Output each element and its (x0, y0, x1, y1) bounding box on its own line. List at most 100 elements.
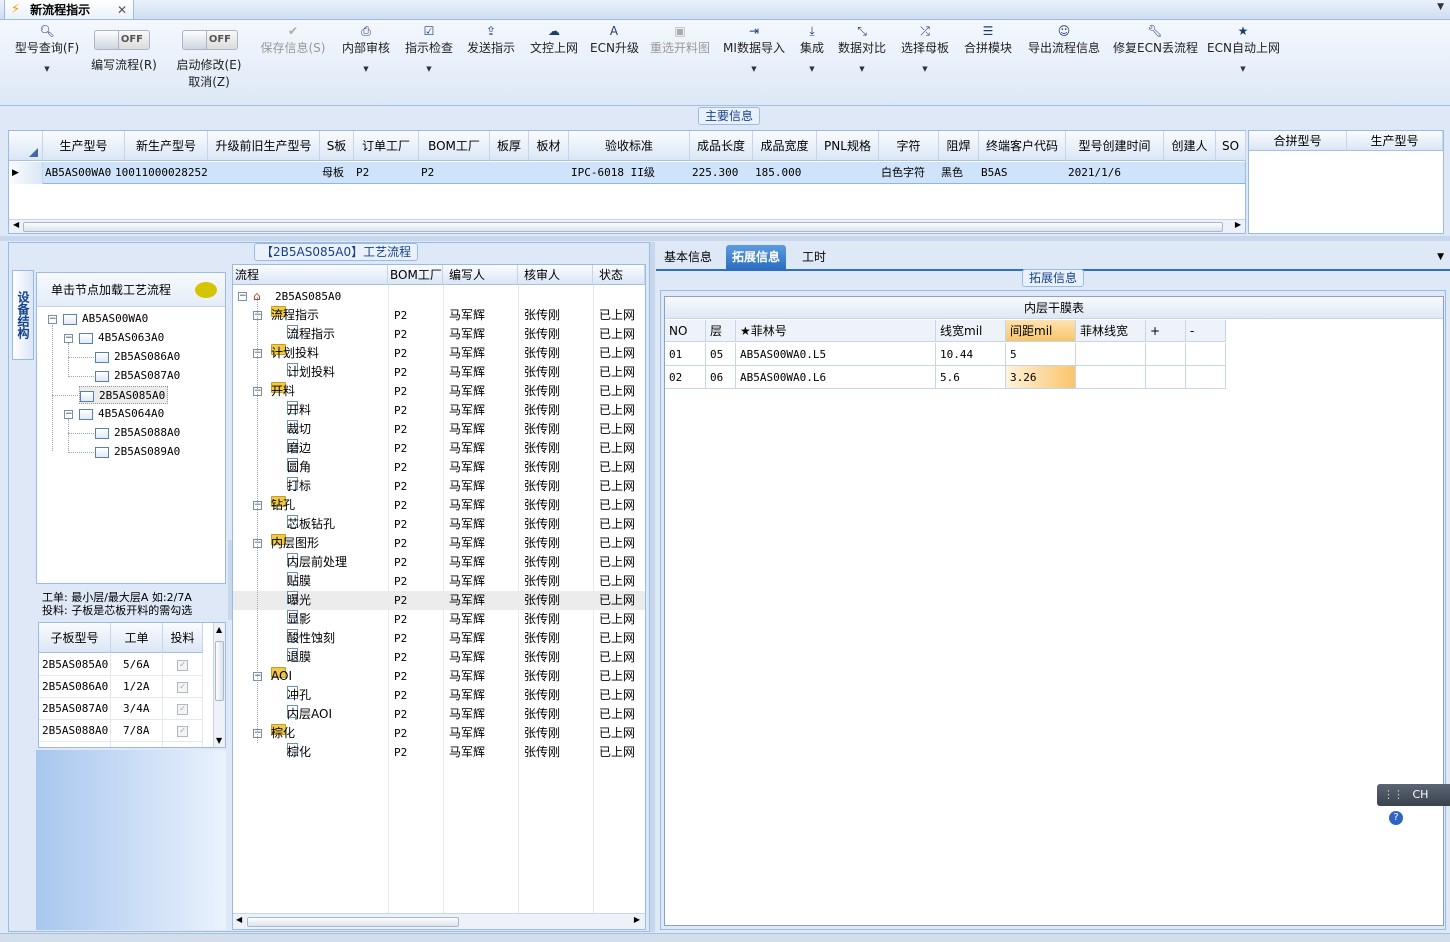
flow-row[interactable]: − 棕化 P2 马军辉 张传刚 已上网 (233, 724, 645, 743)
scroll-left-icon[interactable]: ◀ (13, 220, 19, 229)
start-modify-toggle[interactable]: OFF (182, 30, 238, 50)
tree-node[interactable]: 4B5AS063A0 (79, 329, 164, 347)
tree-collapse-icon[interactable]: − (64, 410, 73, 419)
flow-row[interactable]: 打标 P2 马军辉 张传刚 已上网 (233, 477, 645, 496)
scroll-down-icon[interactable]: ▼ (216, 736, 222, 745)
table-cell-layer[interactable]: 06 (706, 366, 736, 389)
table-cell-feed[interactable]: ✓ (163, 654, 203, 676)
table-cell-line-width[interactable]: 10.44 (936, 343, 1006, 366)
table-cell-layer[interactable]: 05 (706, 343, 736, 366)
col-header-width[interactable]: 成品宽度 (753, 131, 817, 161)
tree-node-selected[interactable]: 2B5AS085A0 (79, 386, 169, 404)
table-cell-minus[interactable] (1186, 343, 1226, 366)
cell-bom-factory[interactable]: P2 (419, 162, 490, 184)
flow-row[interactable]: 棕化 P2 马军辉 张传刚 已上网 (233, 743, 645, 762)
table-cell-plus[interactable] (1146, 366, 1186, 389)
cell-order-factory[interactable]: P2 (354, 162, 419, 184)
flow-row[interactable]: 芯板钻孔 P2 马军辉 张传刚 已上网 (233, 515, 645, 534)
close-icon[interactable]: ✕ (117, 3, 127, 17)
flow-row[interactable]: 计划投料 P2 马军辉 张传刚 已上网 (233, 363, 645, 382)
flow-row[interactable]: 磨边 P2 马军辉 张传刚 已上网 (233, 439, 645, 458)
main-grid-hscroll[interactable]: ◀ ▶ (9, 219, 1245, 233)
col-header-production-model[interactable]: 生产型号 (43, 131, 125, 161)
table-cell-sub-model[interactable]: 2B5AS085A0 (39, 654, 111, 676)
col-header-spacing[interactable]: 间距mil (1006, 320, 1076, 342)
send-instruction-button[interactable]: ⇪ 发送指示 (465, 22, 517, 56)
ime-toolbar[interactable]: ⋮⋮ CH ? (1377, 784, 1450, 825)
col-header-plus[interactable]: + (1146, 320, 1186, 342)
table-cell-work-order[interactable]: 7/8A (111, 720, 163, 742)
tree-collapse-icon[interactable]: − (48, 315, 57, 324)
table-cell-work-order[interactable]: 2/10A (111, 742, 163, 747)
col-header-acceptance-standard[interactable]: 验收标准 (569, 131, 690, 161)
scrollbar-thumb[interactable] (23, 222, 1223, 232)
col-header-line-width[interactable]: 线宽mil (936, 320, 1006, 342)
col-header-layer[interactable]: 层 (706, 320, 736, 342)
model-query-button[interactable]: 🔍︎ 型号查询(F) ▼ (12, 22, 82, 76)
flow-row[interactable]: 显影 P2 马军辉 张传刚 已上网 (233, 610, 645, 629)
table-cell-minus[interactable] (1186, 366, 1226, 389)
scrollbar-thumb[interactable] (247, 917, 459, 927)
col-header-thickness[interactable]: 板厚 (490, 131, 529, 161)
checkbox-icon[interactable]: ✓ (177, 681, 188, 693)
table-cell-feed[interactable]: ✓ (163, 676, 203, 698)
flow-row[interactable]: − AOI P2 马军辉 张传刚 已上网 (233, 667, 645, 686)
flow-row[interactable]: 内层前处理 P2 马军辉 张传刚 已上网 (233, 553, 645, 572)
table-cell-plus[interactable] (1146, 343, 1186, 366)
col-header-bom-factory[interactable]: BOM工厂 (388, 265, 443, 285)
cell-new-production-model[interactable]: 10011000028252 (113, 162, 209, 184)
col-header-no[interactable]: NO (665, 320, 706, 342)
table-cell-feed[interactable]: ✓ (163, 698, 203, 720)
col-header-material[interactable]: 板材 (529, 131, 569, 161)
table-cell-work-order[interactable]: 3/4A (111, 698, 163, 720)
table-cell-feed[interactable]: ✓ (163, 720, 203, 742)
scroll-up-icon[interactable]: ▲ (216, 625, 222, 634)
col-header-flow[interactable]: 流程 (233, 265, 388, 285)
col-header-film-no[interactable]: ★菲林号 (736, 320, 936, 342)
tree-node[interactable]: 4B5AS064A0 (79, 405, 164, 423)
tab-basic-info[interactable]: 基本信息 (658, 245, 718, 269)
mi-data-import-button[interactable]: ⇥ MI数据导入 ▼ (722, 22, 786, 76)
table-cell-film-no[interactable]: AB5AS00WA0.L6 (736, 366, 936, 389)
cancel-modify-label[interactable]: 取消(Z) (174, 74, 244, 90)
tree-node[interactable]: 2B5AS089A0 (95, 443, 180, 461)
col-header-film-line-width[interactable]: 菲林线宽 (1076, 320, 1146, 342)
flow-row[interactable]: 曝光 P2 马军辉 张传刚 已上网 (233, 591, 645, 610)
flow-row[interactable]: 流程指示 P2 马军辉 张传刚 已上网 (233, 325, 645, 344)
table-cell-film-line-width[interactable] (1076, 343, 1146, 366)
tree-collapse-icon[interactable]: − (238, 292, 247, 301)
save-info-button[interactable]: ✔ 保存信息(S) (258, 22, 328, 56)
col-header-new-production-model[interactable]: 新生产型号 (125, 131, 208, 161)
flow-grid-hscroll[interactable]: ◀ ▶ (233, 913, 645, 929)
table-cell-sub-model[interactable]: 2B5AS088A0 (39, 720, 111, 742)
flow-row[interactable]: 退膜 P2 马军辉 张传刚 已上网 (233, 648, 645, 667)
table-cell-film-no[interactable]: AB5AS00WA0.L5 (736, 343, 936, 366)
cell-customer-code[interactable]: B5AS (979, 162, 1066, 184)
col-header-bom-factory[interactable]: BOM工厂 (419, 131, 490, 161)
col-header-customer-code[interactable]: 终端客户代码 (979, 131, 1066, 161)
col-header-character[interactable]: 字符 (879, 131, 939, 161)
flow-row[interactable]: − 流程指示 P2 马军辉 张传刚 已上网 (233, 306, 645, 325)
tree-node[interactable]: 2B5AS088A0 (95, 424, 180, 442)
scroll-right-icon[interactable]: ▶ (634, 915, 640, 924)
tree-collapse-icon[interactable]: − (64, 334, 73, 343)
flow-row[interactable]: − 开料 P2 马军辉 张传刚 已上网 (233, 382, 645, 401)
table-cell-sub-model[interactable]: 2B5AS087A0 (39, 698, 111, 720)
col-header-status[interactable]: 状态 (593, 265, 645, 285)
table-cell-work-order[interactable]: 1/2A (111, 676, 163, 698)
col-header-create-time[interactable]: 型号创建时间 (1066, 131, 1164, 161)
table-cell-work-order[interactable]: 5/6A (111, 654, 163, 676)
table-cell-film-line-width[interactable] (1076, 366, 1146, 389)
col-header-feed[interactable]: 投料 (163, 623, 203, 653)
checkbox-icon[interactable]: ✓ (177, 659, 188, 671)
flow-row[interactable]: − 内层图形 P2 马军辉 张传刚 已上网 (233, 534, 645, 553)
flow-row[interactable]: − 钻孔 P2 马军辉 张传刚 已上网 (233, 496, 645, 515)
table-cell-no[interactable]: 02 (665, 366, 706, 389)
flow-row[interactable]: 酸性蚀刻 P2 马军辉 张传刚 已上网 (233, 629, 645, 648)
select-motherboard-button[interactable]: ⤮ 选择母板 ▼ (899, 22, 951, 76)
internal-review-button[interactable]: ⎙ 内部审核 ▼ (340, 22, 392, 76)
checkbox-icon[interactable]: ✓ (177, 748, 188, 749)
flow-row[interactable]: 内层AOI P2 马军辉 张传刚 已上网 (233, 705, 645, 724)
side-tab-device-structure[interactable]: 设备结构 (12, 270, 34, 360)
scroll-right-icon[interactable]: ▶ (1235, 220, 1241, 229)
